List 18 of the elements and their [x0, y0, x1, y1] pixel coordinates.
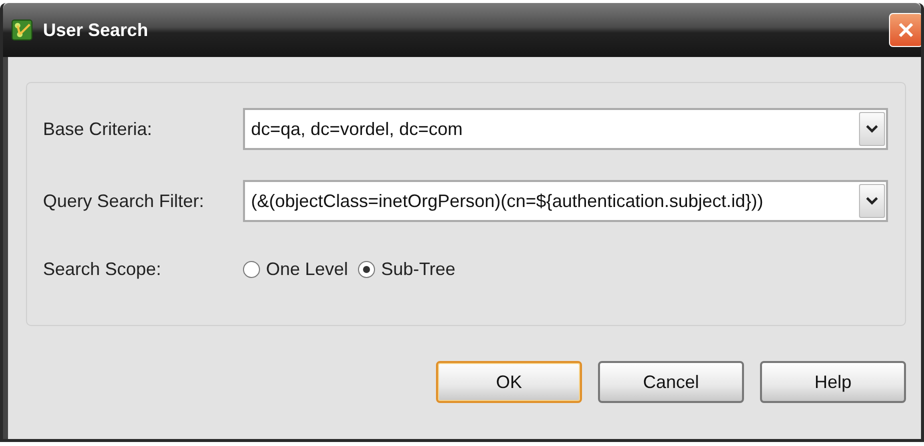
window-title: User Search [43, 20, 150, 40]
dropdown-button[interactable] [859, 112, 885, 146]
field-label: Base Criteria: [43, 118, 154, 140]
dialog-button[interactable]: OK [436, 361, 582, 403]
close-icon [896, 20, 916, 40]
close-button[interactable] [889, 13, 921, 47]
field-label: Query Search Filter: [43, 190, 206, 212]
app-icon [11, 19, 33, 41]
chevron-down-icon [866, 125, 878, 133]
radio-option[interactable]: One Level [243, 258, 348, 280]
combo-box[interactable]: (&(objectClass=inetOrgPerson)(cn=${authentication.subject.id})) [243, 180, 888, 222]
radio-option[interactable]: Sub-Tree [358, 258, 456, 280]
combo-box[interactable]: dc=qa, dc=vordel, dc=com [243, 108, 888, 150]
chevron-down-icon [866, 197, 878, 205]
dialog-button[interactable]: Cancel [598, 361, 744, 403]
field-label: Search Scope: [43, 258, 162, 280]
dialog-button[interactable]: Help [760, 361, 906, 403]
dropdown-button[interactable] [859, 184, 885, 218]
